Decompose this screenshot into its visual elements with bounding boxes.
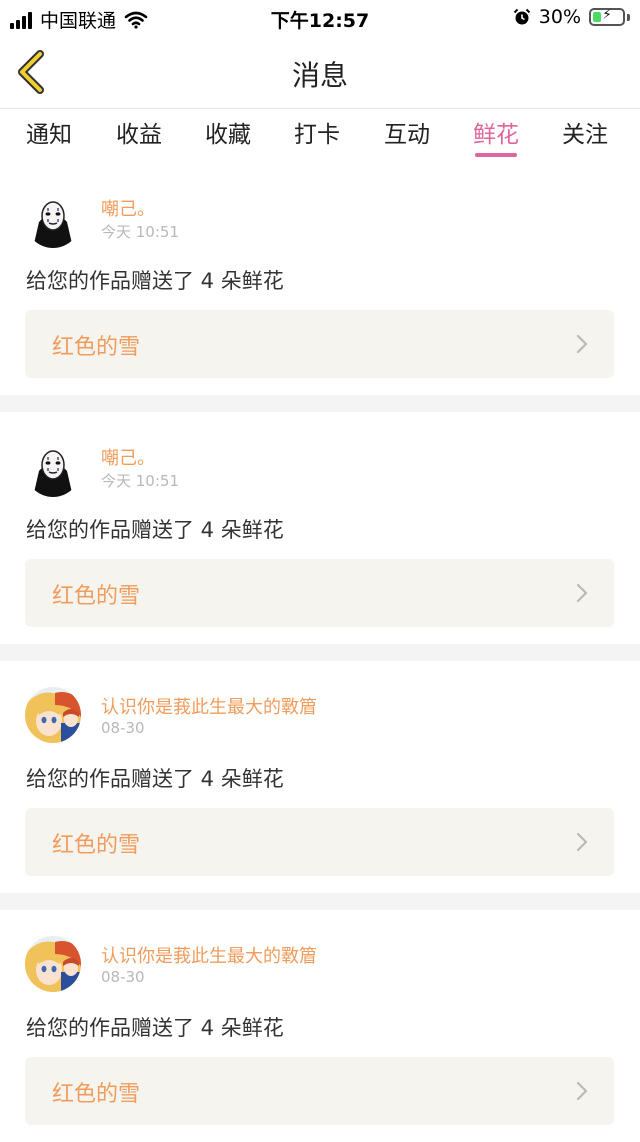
avatar[interactable] — [25, 687, 81, 743]
chevron-right-icon — [576, 832, 588, 852]
work-link[interactable]: 红色的雪 — [25, 559, 614, 627]
work-title: 红色的雪 — [52, 833, 141, 858]
chevron-right-icon — [576, 583, 588, 603]
work-title: 红色的雪 — [52, 584, 141, 609]
username[interactable]: 认识你是莪此生最大的斁篃 — [101, 942, 317, 968]
tab-label: 关注 — [562, 122, 608, 148]
message-text: 给您的作品赠送了 4 朵鲜花 — [26, 767, 284, 791]
message-card: 认识你是莪此生最大的斁篃 08-30 给您的作品赠送了 4 朵鲜花 红色的雪 — [0, 910, 640, 1142]
tab-bar: 通知 收益 收藏 打卡 互动 鲜花 关注 — [0, 109, 640, 161]
tab-notifications[interactable]: 通知 — [26, 115, 72, 149]
status-left: 中国联通 — [10, 6, 148, 33]
card-separator — [0, 395, 640, 412]
status-right: 30% ⚡ — [513, 6, 630, 28]
battery-icon: ⚡ — [589, 7, 625, 26]
avatar[interactable] — [25, 441, 81, 497]
chevron-right-icon — [576, 334, 588, 354]
tab-interaction[interactable]: 互动 — [384, 115, 430, 149]
back-arrow-icon — [18, 50, 44, 94]
work-link[interactable]: 红色的雪 — [25, 1057, 614, 1125]
message-text: 给您的作品赠送了 4 朵鲜花 — [26, 269, 284, 293]
anime-character-avatar — [25, 687, 81, 743]
message-text: 给您的作品赠送了 4 朵鲜花 — [26, 518, 284, 542]
back-button[interactable] — [12, 48, 56, 96]
carrier-label: 中国联通 — [40, 10, 117, 32]
active-tab-indicator — [475, 153, 517, 157]
card-separator — [0, 893, 640, 910]
nav-bar: 消息 — [0, 36, 640, 109]
page-title: 消息 — [291, 59, 348, 92]
wifi-icon — [124, 11, 148, 29]
tab-label: 收藏 — [205, 122, 251, 148]
masked-figure-avatar — [25, 192, 81, 248]
avatar[interactable] — [25, 936, 81, 992]
anime-character-avatar — [25, 936, 81, 992]
charging-bolt-icon: ⚡ — [602, 7, 612, 23]
tab-label: 互动 — [384, 122, 430, 148]
tab-label: 收益 — [116, 122, 162, 148]
battery-percent: 30% — [538, 6, 581, 28]
message-card: 嘲己。 今天 10:51 给您的作品赠送了 4 朵鲜花 红色的雪 — [0, 412, 640, 644]
card-separator — [0, 644, 640, 661]
message-text: 给您的作品赠送了 4 朵鲜花 — [26, 1016, 284, 1040]
tab-label: 打卡 — [294, 122, 340, 148]
masked-figure-avatar — [25, 441, 81, 497]
signal-icon — [10, 11, 32, 29]
tab-earnings[interactable]: 收益 — [116, 115, 162, 149]
message-card: 认识你是莪此生最大的斁篃 08-30 给您的作品赠送了 4 朵鲜花 红色的雪 — [0, 661, 640, 893]
timestamp: 08-30 — [101, 968, 145, 986]
timestamp: 今天 10:51 — [101, 472, 179, 490]
username[interactable]: 嘲己。 — [101, 444, 155, 470]
tab-favorites[interactable]: 收藏 — [205, 115, 251, 149]
alarm-clock-icon — [513, 8, 530, 25]
status-bar: 中国联通 下午12:57 30% ⚡ — [0, 0, 640, 36]
tab-flowers[interactable]: 鲜花 — [473, 115, 519, 157]
battery-cap — [627, 13, 630, 21]
work-title: 红色的雪 — [52, 1082, 141, 1107]
work-link[interactable]: 红色的雪 — [25, 808, 614, 876]
tab-follows[interactable]: 关注 — [562, 115, 608, 149]
avatar[interactable] — [25, 192, 81, 248]
tab-label: 鲜花 — [473, 122, 519, 148]
timestamp: 今天 10:51 — [101, 223, 179, 241]
chevron-right-icon — [576, 1081, 588, 1101]
timestamp: 08-30 — [101, 719, 145, 737]
username[interactable]: 嘲己。 — [101, 195, 155, 221]
work-title: 红色的雪 — [52, 335, 141, 360]
message-card: 嘲己。 今天 10:51 给您的作品赠送了 4 朵鲜花 红色的雪 — [0, 163, 640, 395]
username[interactable]: 认识你是莪此生最大的斁篃 — [101, 693, 317, 719]
work-link[interactable]: 红色的雪 — [25, 310, 614, 378]
tab-checkin[interactable]: 打卡 — [294, 115, 340, 149]
tab-label: 通知 — [26, 122, 72, 148]
